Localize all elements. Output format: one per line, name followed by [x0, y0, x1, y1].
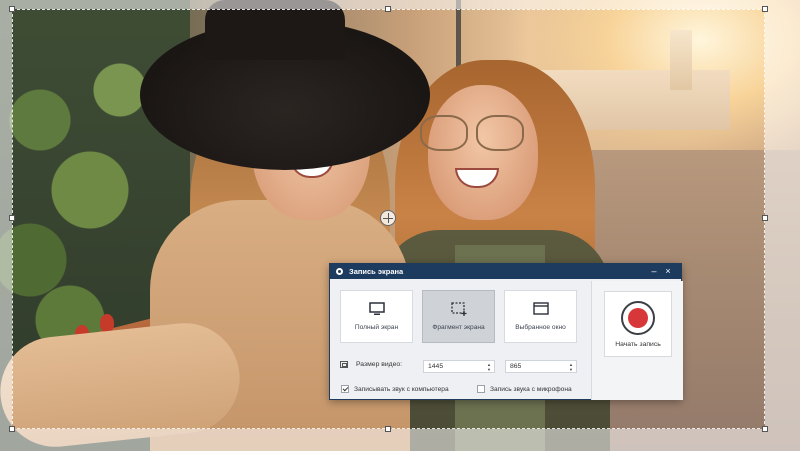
mode-region-button[interactable]: Фрагмент экрана	[422, 290, 495, 343]
microphone-option[interactable]: Запись звука с микрофона	[477, 385, 572, 393]
video-height-value: 865	[510, 363, 522, 370]
record-icon	[621, 300, 655, 335]
mode-full-screen-button[interactable]: Полный экран	[340, 290, 413, 343]
video-size-icon	[340, 361, 348, 368]
video-size-label: Размер видео:	[356, 361, 403, 368]
start-recording-label: Начать запись	[615, 340, 661, 348]
resize-handle-top-right[interactable]	[762, 6, 768, 12]
minimize-button[interactable]: –	[647, 264, 661, 279]
dialog-title: Запись экрана	[349, 267, 404, 276]
app-icon	[336, 268, 343, 275]
outside-region	[0, 0, 800, 9]
height-stepper-icon[interactable]: ▲ ▼	[569, 362, 573, 372]
region-select-icon	[450, 302, 466, 316]
video-width-value: 1445	[428, 363, 444, 370]
mode-label: Выбранное окно	[515, 324, 566, 331]
system-audio-label: Записывать звук с компьютера	[354, 385, 449, 393]
resize-handle-right[interactable]	[762, 215, 768, 221]
resize-handle-left[interactable]	[9, 215, 15, 221]
outside-region	[765, 9, 800, 429]
move-handle[interactable]	[380, 210, 396, 226]
width-stepper-icon[interactable]: ▲ ▼	[487, 362, 491, 372]
mode-label: Полный экран	[354, 324, 399, 331]
outside-region	[0, 429, 800, 451]
start-recording-button[interactable]: Начать запись	[604, 291, 672, 357]
microphone-checkbox[interactable]	[477, 385, 485, 393]
monitor-icon	[368, 302, 385, 315]
resize-handle-bottom-left[interactable]	[9, 426, 15, 432]
video-height-input[interactable]: 865 ▲ ▼	[505, 360, 577, 373]
microphone-label: Запись звука с микрофона	[490, 385, 572, 393]
capture-modes: Полный экран Фрагмент экрана Выбранное о…	[340, 290, 577, 343]
resize-handle-top[interactable]	[385, 6, 391, 12]
window-icon	[532, 302, 549, 315]
resize-handle-top-left[interactable]	[9, 6, 15, 12]
dialog-titlebar[interactable]: Запись экрана – ×	[330, 264, 681, 279]
mode-window-button[interactable]: Выбранное окно	[504, 290, 577, 343]
system-audio-option[interactable]: Записывать звук с компьютера	[341, 385, 449, 393]
screen-recording-dialog: Запись экрана – × Полный экран Фрагмент …	[329, 263, 683, 400]
mode-label: Фрагмент экрана	[432, 324, 485, 331]
video-size-row: Размер видео:	[340, 361, 402, 368]
resize-handle-bottom[interactable]	[385, 426, 391, 432]
close-button[interactable]: ×	[661, 264, 675, 279]
system-audio-checkbox[interactable]	[341, 385, 349, 393]
start-panel: Начать запись	[591, 281, 683, 400]
resize-handle-bottom-right[interactable]	[762, 426, 768, 432]
video-width-input[interactable]: 1445 ▲ ▼	[423, 360, 495, 373]
